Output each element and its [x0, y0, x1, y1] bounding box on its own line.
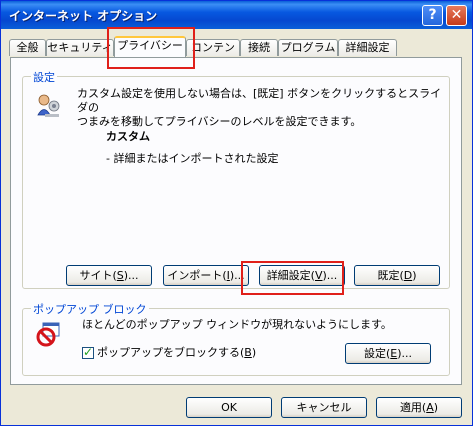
popup-settings-end: )...	[397, 347, 413, 360]
popup-settings-label: 設定(	[363, 347, 391, 360]
close-button[interactable]: ✕	[446, 5, 467, 26]
apply-button[interactable]: 適用(A)	[376, 397, 462, 418]
tab-strip: 全般 セキュリティ プライバシー コンテンツ 接続 プログラム 詳細設定	[1, 29, 472, 70]
sites-button-key: S	[116, 269, 124, 282]
default-button-label: 既定(	[377, 269, 404, 282]
ok-button[interactable]: OK	[186, 397, 272, 418]
help-button[interactable]: ?	[422, 5, 443, 26]
popup-settings-button[interactable]: 設定(E)...	[345, 343, 431, 364]
tab-security[interactable]: セキュリティ	[46, 39, 114, 56]
sites-button[interactable]: サイト(S)...	[66, 265, 152, 286]
privacy-level-title: カスタム	[106, 130, 150, 143]
tab-programs[interactable]: プログラム	[278, 39, 338, 56]
popup-block-group: ポップアップ ブロック ほとんどのポップアップ ウィンドウが現れないようにします…	[22, 301, 450, 376]
block-popups-end: )	[251, 346, 257, 359]
settings-group-label: 設定	[31, 69, 57, 85]
apply-button-key: A	[426, 401, 434, 414]
close-icon: ✕	[450, 7, 463, 23]
privacy-user-icon	[37, 94, 60, 117]
apply-button-end: )	[433, 401, 439, 414]
description-line2: つまみを移動してプライバシーのレベルを設定できます。	[77, 115, 362, 128]
sites-button-label: サイト(	[79, 269, 117, 282]
popup-description: ほとんどのポップアップ ウィンドウが現れないようにします。	[82, 318, 392, 331]
tab-advanced[interactable]: 詳細設定	[338, 39, 397, 56]
checkmark-icon: ✓	[83, 345, 94, 359]
import-button-label: インポート(	[167, 269, 227, 282]
block-popups-label[interactable]: ポップアップをブロックする(B)	[97, 346, 256, 360]
popup-group-label: ポップアップ ブロック	[31, 301, 149, 317]
title-bar[interactable]: インターネット オプション ? ✕	[1, 1, 472, 29]
import-button[interactable]: インポート(I)...	[163, 265, 249, 286]
block-popups-key: B	[244, 346, 252, 359]
privacy-tab-highlight	[107, 27, 195, 69]
advanced-button-highlight	[241, 261, 344, 295]
block-popups-checkbox[interactable]: ✓	[82, 345, 94, 359]
settings-description: カスタム設定を使用しない場合は、[既定] ボタンをクリックするとスライダの つま…	[77, 87, 447, 129]
tab-connections[interactable]: 接続	[240, 39, 278, 56]
default-button[interactable]: 既定(D)	[354, 265, 440, 286]
privacy-panel: 設定 カスタム設定を使用しない場合は、[既定] ボタンをクリックするとスライダの…	[10, 57, 462, 385]
description-line1: カスタム設定を使用しない場合は、[既定] ボタンをクリックするとスライダの	[77, 87, 442, 114]
default-button-key: D	[403, 269, 413, 282]
tab-general[interactable]: 全般	[9, 39, 46, 56]
block-popups-text: ポップアップをブロックする(	[97, 346, 245, 359]
cancel-button[interactable]: キャンセル	[281, 397, 367, 418]
apply-button-label: 適用(	[399, 401, 427, 414]
popup-block-icon	[36, 322, 60, 347]
sites-button-end: )...	[123, 269, 139, 282]
help-icon: ?	[428, 7, 437, 23]
default-button-end: )	[412, 269, 417, 282]
window-title: インターネット オプション	[9, 9, 158, 23]
settings-group: 設定 カスタム設定を使用しない場合は、[既定] ボタンをクリックするとスライダの…	[22, 69, 450, 289]
internet-options-window: インターネット オプション ? ✕ 全般 セキュリティ プライバシー コンテンツ…	[0, 0, 473, 426]
privacy-level-detail: - 詳細またはインポートされた設定	[106, 152, 279, 165]
